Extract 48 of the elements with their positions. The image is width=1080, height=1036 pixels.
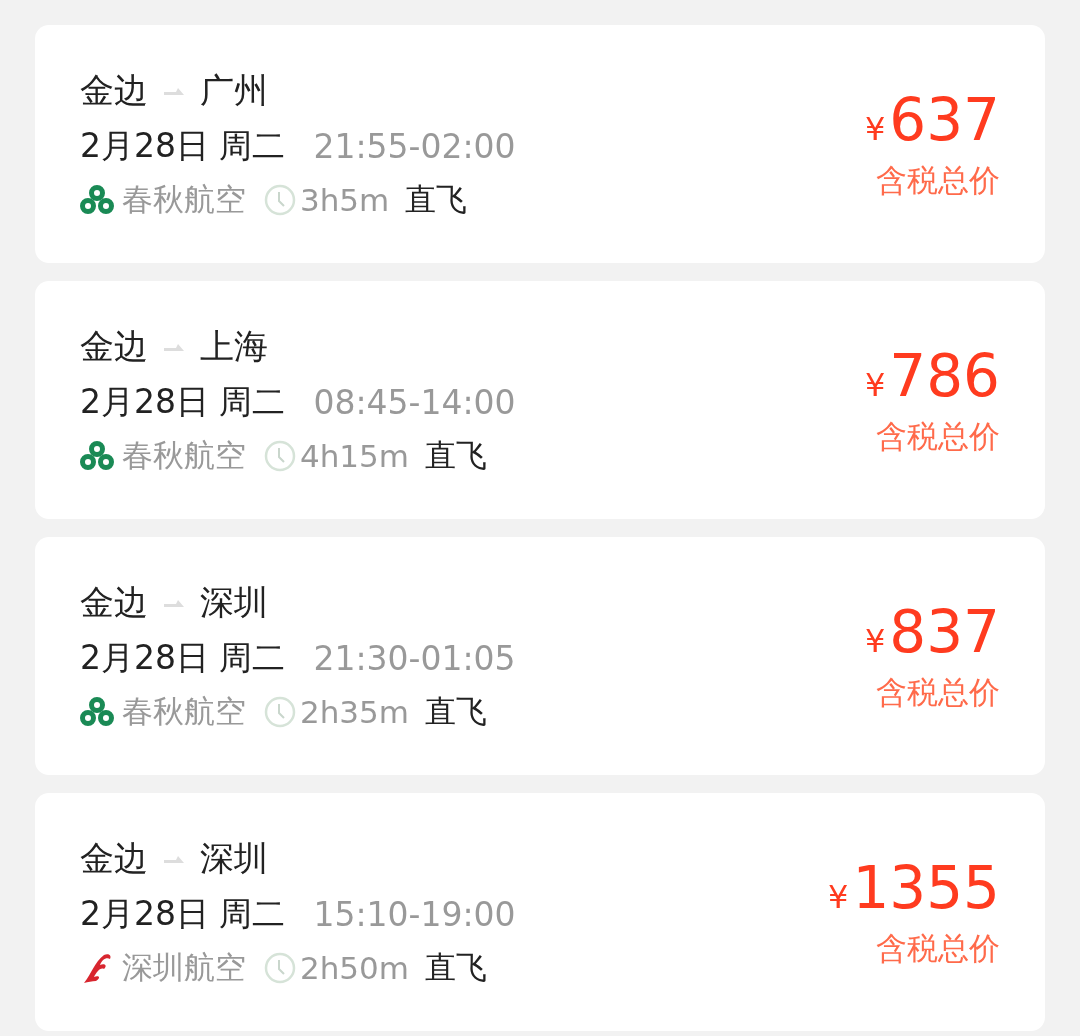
clock-icon (264, 183, 296, 216)
origin-city: 金边 (80, 580, 148, 624)
price: 837 (889, 598, 1000, 666)
flight-card[interactable]: 金边 上海 2月28日 周二 08:45-14:00 春秋航空 4h15m 直飞 ¥786 含税总价 (35, 281, 1045, 519)
currency-symbol: ¥ (828, 878, 849, 916)
clock-icon (264, 951, 296, 984)
clock-icon (264, 439, 296, 472)
flight-type: 直飞 (425, 435, 487, 475)
price-note: 含税总价 (876, 929, 1000, 968)
price-note: 含税总价 (876, 417, 1000, 456)
flight-time: 21:30-01:05 (313, 638, 516, 678)
flight-card[interactable]: 金边 深圳 2月28日 周二 15:10-19:00 深圳航空 2h50m 直飞 ¥1355 含税总价 (35, 793, 1045, 1031)
flight-date: 2月28日 周二 (80, 636, 286, 679)
destination-city: 深圳 (200, 836, 268, 880)
destination-city: 深圳 (200, 580, 268, 624)
flight-duration: 2h35m (300, 693, 409, 730)
flight-duration: 3h5m (300, 181, 390, 218)
price: 1355 (852, 854, 1000, 922)
price: 637 (889, 86, 1000, 154)
airline-name: 春秋航空 (122, 691, 246, 731)
flight-card[interactable]: 金边 广州 2月28日 周二 21:55-02:00 春秋航空 3h5m 直飞 ¥637 含税总价 (35, 25, 1045, 263)
flight-type: 直飞 (425, 947, 487, 987)
flight-type: 直飞 (405, 179, 468, 219)
flight-time: 08:45-14:00 (313, 382, 516, 422)
origin-city: 金边 (80, 836, 148, 880)
flight-duration: 2h50m (300, 949, 409, 986)
airline-name: 春秋航空 (122, 179, 246, 219)
price-note: 含税总价 (876, 161, 1000, 200)
flight-time: 15:10-19:00 (313, 894, 516, 934)
origin-city: 金边 (80, 324, 148, 368)
price: 786 (889, 342, 1000, 410)
clock-icon (264, 695, 296, 728)
flight-date: 2月28日 周二 (80, 892, 286, 935)
destination-city: 广州 (200, 68, 268, 112)
flight-duration: 4h15m (300, 437, 409, 474)
flight-date: 2月28日 周二 (80, 124, 286, 167)
airline-name: 深圳航空 (122, 947, 246, 987)
destination-city: 上海 (200, 324, 268, 368)
flight-date: 2月28日 周二 (80, 380, 286, 423)
flight-type: 直飞 (425, 691, 487, 731)
flight-card[interactable]: 金边 深圳 2月28日 周二 21:30-01:05 春秋航空 2h35m 直飞 ¥837 含税总价 (35, 537, 1045, 775)
origin-city: 金边 (80, 68, 148, 112)
flight-time: 21:55-02:00 (313, 126, 516, 166)
airline-name: 春秋航空 (122, 435, 246, 475)
currency-symbol: ¥ (864, 622, 886, 660)
currency-symbol: ¥ (864, 110, 886, 148)
currency-symbol: ¥ (864, 366, 886, 404)
price-note: 含税总价 (876, 673, 1000, 712)
